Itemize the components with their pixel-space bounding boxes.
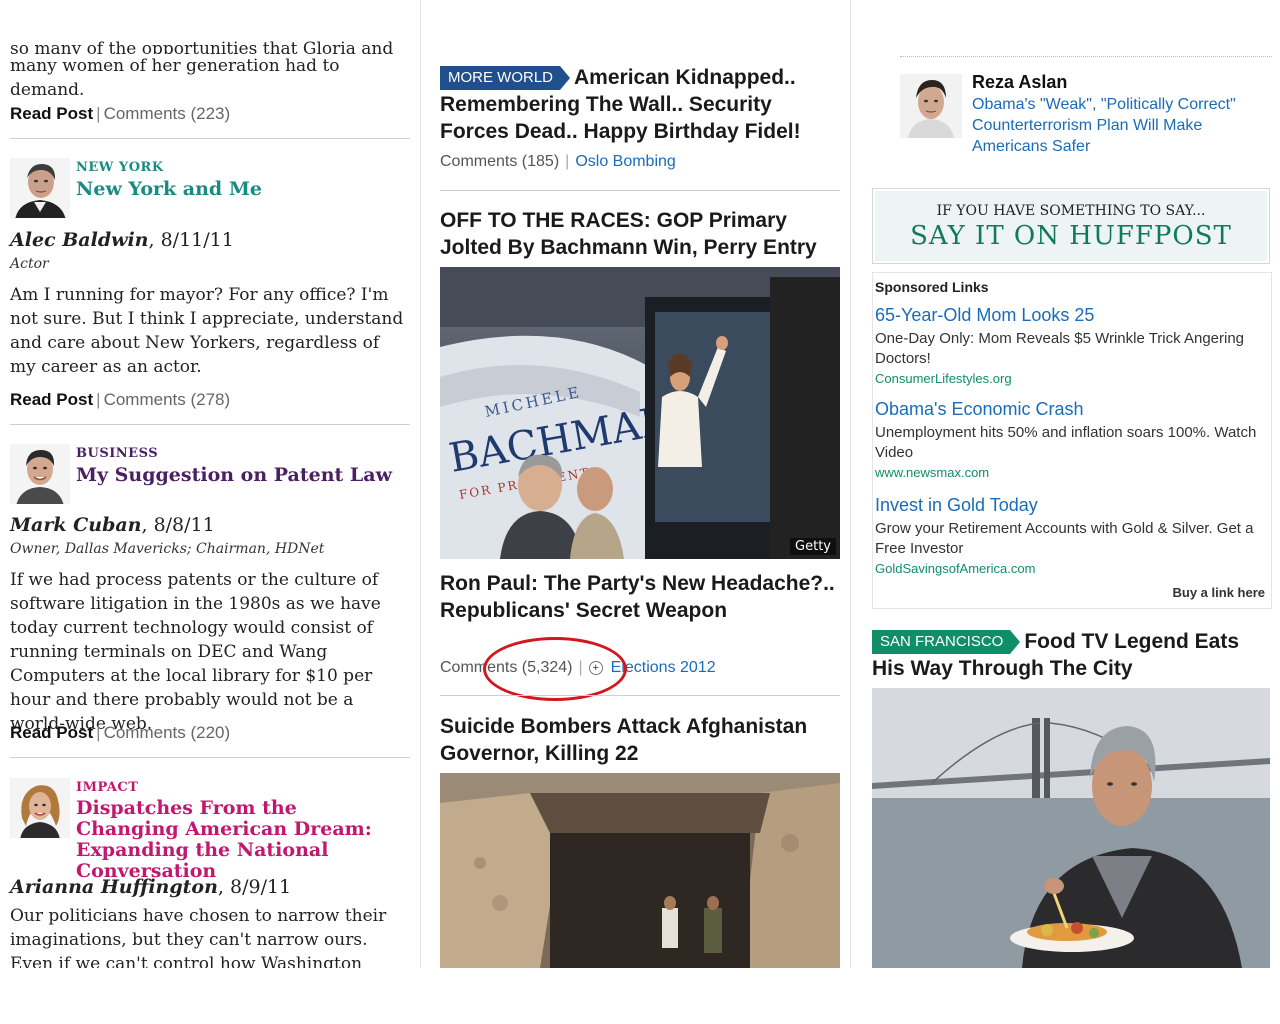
post-author-line: Alec Baldwin, 8/11/11 xyxy=(10,229,234,251)
ad-title-link[interactable]: Invest in Gold Today xyxy=(875,495,1267,516)
afghanistan-photo[interactable] xyxy=(440,773,840,968)
post-author-line: Arianna Huffington, 8/9/11 xyxy=(10,876,291,898)
photo-credit: Getty xyxy=(790,538,836,555)
sponsored-links-heading: Sponsored Links xyxy=(875,279,989,295)
post-excerpt: Our politicians have chosen to narrow th… xyxy=(10,906,387,968)
left-column: so many of the opportunities that Gloria… xyxy=(0,0,421,968)
post-section-label[interactable]: NEW YORK xyxy=(76,160,164,175)
comments-link[interactable]: Comments (220) xyxy=(104,723,231,742)
ad-url-link[interactable]: ConsumerLifestyles.org xyxy=(875,371,1267,386)
separator: | xyxy=(96,104,101,123)
ad-description: Grow your Retirement Accounts with Gold … xyxy=(875,520,1254,557)
ad-description: Unemployment hits 50% and inflation soar… xyxy=(875,424,1257,461)
news-photo: BACHMANN MICHELE FOR PRESIDENT xyxy=(440,267,840,559)
post-date: , 8/11/11 xyxy=(148,229,234,251)
bachmann-photo[interactable]: BACHMANN MICHELE FOR PRESIDENT Getty xyxy=(440,267,840,559)
author-avatar[interactable] xyxy=(10,158,70,218)
ad-description: One-Day Only: Mom Reveals $5 Wrinkle Tri… xyxy=(875,330,1245,367)
post-title-link[interactable]: New York and Me xyxy=(76,179,262,200)
post-author-line: Mark Cuban, 8/8/11 xyxy=(10,514,215,536)
separator: | xyxy=(565,153,570,170)
read-post-link[interactable]: Read Post xyxy=(10,723,93,742)
ad-url-link[interactable]: www.newsmax.com xyxy=(875,465,1267,480)
post-excerpt: Am I running for mayor? For any office? … xyxy=(10,285,404,377)
buy-a-link-here-link[interactable]: Buy a link here xyxy=(1173,585,1265,600)
headline-link[interactable]: Suicide Bombers Attack Afghanistan Gover… xyxy=(440,713,840,767)
promo-tagline: IF YOU HAVE SOMETHING TO SAY... xyxy=(936,203,1206,219)
post-title-link[interactable]: Dispatches From the Changing American Dr… xyxy=(76,798,406,882)
avatar-photo xyxy=(10,444,70,504)
sponsored-ad: 65-Year-Old Mom Looks 25 One-Day Only: M… xyxy=(875,305,1267,386)
comments-link[interactable]: Comments (278) xyxy=(104,390,231,409)
author-role: Owner, Dallas Mavericks; Chairman, HDNet xyxy=(10,541,325,557)
san-francisco-tag[interactable]: SAN FRANCISCO xyxy=(872,630,1021,654)
story-meta: Comments (185) | Oslo Bombing xyxy=(440,153,676,171)
author-avatar[interactable] xyxy=(10,444,70,504)
blogger-post-link[interactable]: Obama's "Weak", "Politically Correct" Co… xyxy=(972,94,1252,157)
news-photo xyxy=(872,688,1270,968)
dotted-divider xyxy=(900,56,1272,57)
post-actions: Read Post | Comments (223) xyxy=(10,104,230,124)
author-avatar[interactable] xyxy=(10,778,70,838)
post-section-label[interactable]: IMPACT xyxy=(76,780,138,795)
divider xyxy=(440,695,840,696)
promo-headline: SAY IT ON HUFFPOST xyxy=(910,221,1232,251)
ad-title-link[interactable]: 65-Year-Old Mom Looks 25 xyxy=(875,305,1267,326)
say-it-on-huffpost-promo[interactable]: IF YOU HAVE SOMETHING TO SAY... SAY IT O… xyxy=(872,188,1270,264)
avatar-photo xyxy=(10,778,70,838)
divider xyxy=(10,757,410,758)
post-actions: Read Post | Comments (220) xyxy=(10,723,230,743)
author-name[interactable]: Mark Cuban xyxy=(10,514,141,536)
avatar-photo xyxy=(900,74,962,138)
news-headline-block: MORE WORLD American Kidnapped.. Rememberi… xyxy=(440,64,840,145)
post-section-label[interactable]: BUSINESS xyxy=(76,446,158,461)
sponsored-links-box: Sponsored Links 65-Year-Old Mom Looks 25… xyxy=(872,272,1272,609)
author-role: Actor xyxy=(10,256,49,272)
news-headline-block: SAN FRANCISCO Food TV Legend Eats His Way… xyxy=(872,628,1272,682)
post-date: , 8/9/11 xyxy=(217,876,292,898)
read-post-link[interactable]: Read Post xyxy=(10,390,93,409)
headline-link[interactable]: Ron Paul: The Party's New Headache?.. Re… xyxy=(440,570,840,624)
red-annotation-circle xyxy=(483,637,627,701)
read-post-link[interactable]: Read Post xyxy=(10,104,93,123)
separator: | xyxy=(96,723,101,742)
post-date: , 8/8/11 xyxy=(141,514,215,536)
headline-link[interactable]: OFF TO THE RACES: GOP Primary Jolted By … xyxy=(440,207,840,261)
blogger-avatar[interactable] xyxy=(900,74,962,138)
right-column: Reza Aslan Obama's "Weak", "Politically … xyxy=(860,0,1280,968)
news-photo xyxy=(440,773,840,968)
more-world-tag[interactable]: MORE WORLD xyxy=(440,66,570,90)
post-excerpt: If we had process patents or the culture… xyxy=(10,570,381,734)
bourdain-photo[interactable] xyxy=(872,688,1270,968)
avatar-photo xyxy=(10,158,70,218)
ad-url-link[interactable]: GoldSavingsofAmerica.com xyxy=(875,561,1267,576)
middle-column: MORE WORLD American Kidnapped.. Rememberi… xyxy=(430,0,851,968)
post-title-link[interactable]: My Suggestion on Patent Law xyxy=(76,465,392,486)
comments-link[interactable]: Comments (185) xyxy=(440,153,559,170)
truncated-post-excerpt: so many of the opportunities that Gloria… xyxy=(10,40,405,102)
oslo-bombing-link[interactable]: Oslo Bombing xyxy=(575,153,676,170)
post-actions: Read Post | Comments (278) xyxy=(10,390,230,410)
divider xyxy=(440,190,840,191)
ad-title-link[interactable]: Obama's Economic Crash xyxy=(875,399,1267,420)
excerpt-line-2: many women of her generation had to dema… xyxy=(10,56,340,100)
separator: | xyxy=(96,390,101,409)
divider xyxy=(10,138,410,139)
divider xyxy=(10,424,410,425)
blogger-name-link[interactable]: Reza Aslan xyxy=(972,72,1067,93)
sponsored-ad: Invest in Gold Today Grow your Retiremen… xyxy=(875,495,1267,576)
sponsored-ad: Obama's Economic Crash Unemployment hits… xyxy=(875,399,1267,480)
excerpt-line-1: so many of the opportunities that Gloria… xyxy=(10,40,394,54)
author-name[interactable]: Alec Baldwin xyxy=(10,229,149,251)
author-name[interactable]: Arianna Huffington xyxy=(10,876,218,898)
comments-link[interactable]: Comments (223) xyxy=(104,104,231,123)
